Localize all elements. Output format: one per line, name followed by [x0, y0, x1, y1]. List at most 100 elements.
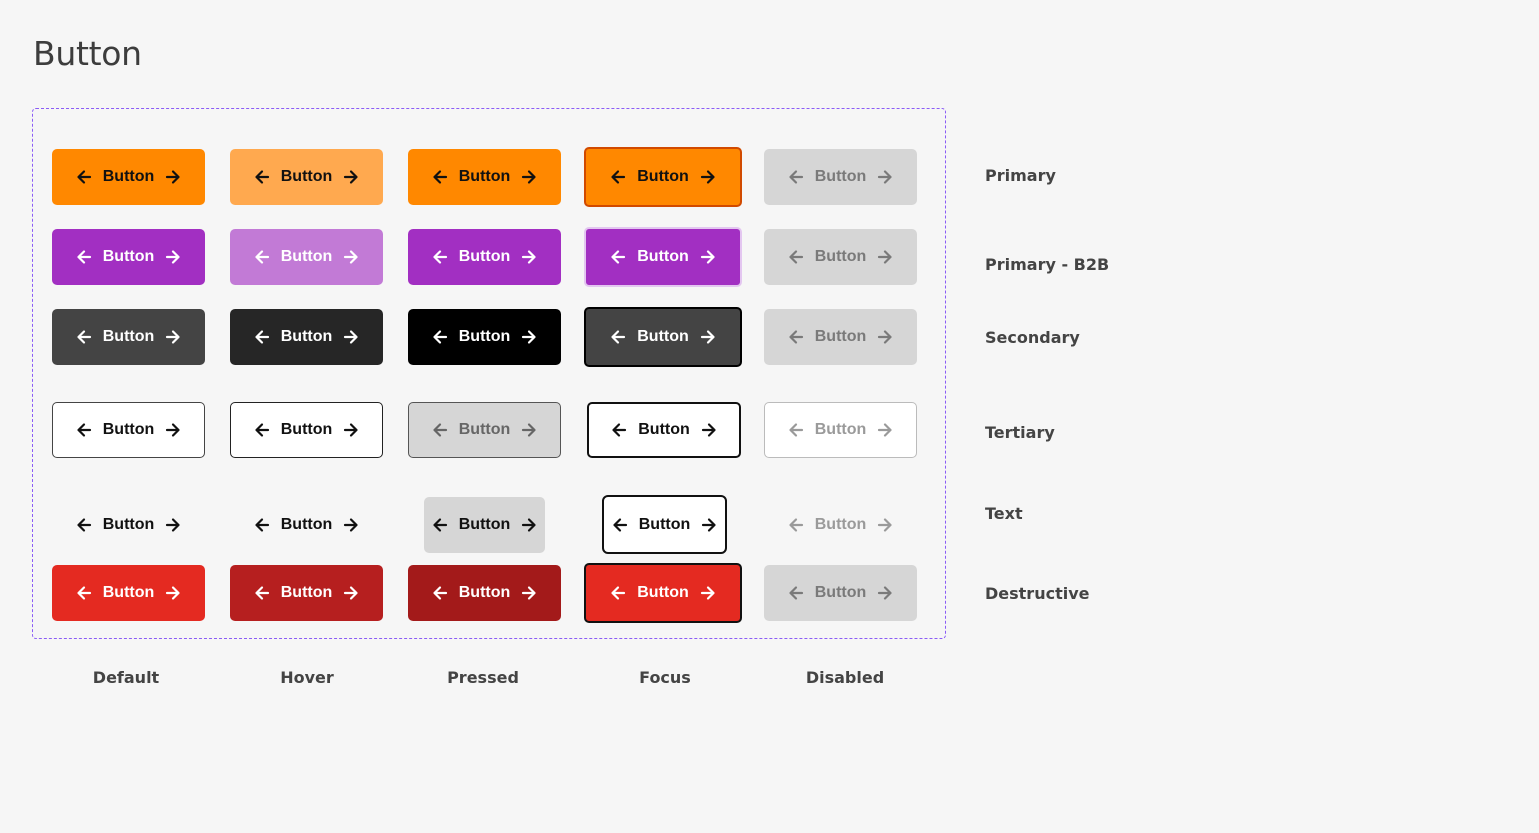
- arrow-left-icon: [788, 585, 804, 601]
- button-label: Button: [102, 421, 155, 438]
- arrow-right-icon: [521, 249, 537, 265]
- arrow-left-icon: [432, 517, 448, 533]
- arrow-right-icon: [877, 517, 893, 533]
- button-label: Button: [458, 328, 511, 345]
- arrow-left-icon: [610, 585, 626, 601]
- button-label: Button: [280, 516, 333, 533]
- arrow-right-icon: [343, 249, 359, 265]
- button-label: Button: [458, 248, 511, 265]
- arrow-right-icon: [343, 585, 359, 601]
- button-label: Button: [458, 421, 511, 438]
- text-hover-button[interactable]: Button: [230, 497, 383, 553]
- column-label-hover: Hover: [280, 668, 334, 687]
- tertiary-focus-button[interactable]: Button: [587, 402, 741, 458]
- button-label: Button: [814, 421, 867, 438]
- arrow-right-icon: [700, 249, 716, 265]
- button-label: Button: [637, 248, 689, 265]
- destructive-hover-button[interactable]: Button: [230, 565, 383, 621]
- arrow-left-icon: [612, 517, 628, 533]
- arrow-right-icon: [521, 169, 537, 185]
- arrow-left-icon: [788, 517, 804, 533]
- primary-disabled-button[interactable]: Button: [764, 149, 917, 205]
- arrow-left-icon: [788, 329, 804, 345]
- arrow-right-icon: [521, 329, 537, 345]
- arrow-left-icon: [254, 517, 270, 533]
- arrow-right-icon: [700, 329, 716, 345]
- arrow-left-icon: [610, 329, 626, 345]
- primary-hover-button[interactable]: Button: [230, 149, 383, 205]
- row-label-text: Text: [985, 504, 1023, 523]
- secondary-default-button[interactable]: Button: [52, 309, 205, 365]
- arrow-left-icon: [610, 249, 626, 265]
- destructive-default-button[interactable]: Button: [52, 565, 205, 621]
- button-label: Button: [637, 168, 689, 185]
- arrow-right-icon: [521, 517, 537, 533]
- text-disabled-button[interactable]: Button: [764, 497, 917, 553]
- arrow-left-icon: [788, 249, 804, 265]
- primary-b2b-hover-button[interactable]: Button: [230, 229, 383, 285]
- arrow-left-icon: [254, 249, 270, 265]
- arrow-left-icon: [76, 517, 92, 533]
- secondary-focus-button[interactable]: Button: [584, 307, 742, 367]
- button-label: Button: [637, 328, 689, 345]
- button-label: Button: [458, 516, 511, 533]
- button-label: Button: [280, 584, 333, 601]
- destructive-pressed-button[interactable]: Button: [408, 565, 561, 621]
- text-default-button[interactable]: Button: [52, 497, 205, 553]
- secondary-pressed-button[interactable]: Button: [408, 309, 561, 365]
- tertiary-hover-button[interactable]: Button: [230, 402, 383, 458]
- row-label-primary-b2b: Primary - B2B: [985, 255, 1110, 274]
- button-label: Button: [102, 328, 155, 345]
- row-label-primary: Primary: [985, 166, 1056, 185]
- arrow-left-icon: [788, 169, 804, 185]
- column-label-default: Default: [92, 668, 160, 687]
- arrow-right-icon: [700, 585, 716, 601]
- arrow-left-icon: [611, 422, 627, 438]
- destructive-focus-button[interactable]: Button: [584, 563, 742, 623]
- text-pressed-button[interactable]: Button: [424, 497, 545, 553]
- button-label: Button: [814, 584, 867, 601]
- destructive-disabled-button[interactable]: Button: [764, 565, 917, 621]
- secondary-disabled-button[interactable]: Button: [764, 309, 917, 365]
- column-label-disabled: Disabled: [805, 668, 885, 687]
- button-label: Button: [102, 168, 155, 185]
- button-label: Button: [458, 584, 511, 601]
- text-focus-button[interactable]: Button: [602, 495, 727, 554]
- primary-b2b-pressed-button[interactable]: Button: [408, 229, 561, 285]
- primary-default-button[interactable]: Button: [52, 149, 205, 205]
- arrow-right-icon: [343, 422, 359, 438]
- button-label: Button: [280, 168, 333, 185]
- arrow-right-icon: [877, 422, 893, 438]
- arrow-right-icon: [165, 585, 181, 601]
- arrow-left-icon: [76, 169, 92, 185]
- page-title: Button: [33, 34, 142, 73]
- button-label: Button: [814, 328, 867, 345]
- arrow-right-icon: [343, 517, 359, 533]
- arrow-right-icon: [165, 422, 181, 438]
- button-label: Button: [814, 248, 867, 265]
- button-label: Button: [102, 584, 155, 601]
- row-label-secondary: Secondary: [985, 328, 1080, 347]
- button-label: Button: [638, 515, 691, 533]
- arrow-right-icon: [165, 517, 181, 533]
- column-label-focus: Focus: [639, 668, 691, 687]
- button-label: Button: [280, 248, 333, 265]
- primary-pressed-button[interactable]: Button: [408, 149, 561, 205]
- primary-b2b-disabled-button[interactable]: Button: [764, 229, 917, 285]
- arrow-left-icon: [76, 249, 92, 265]
- button-label: Button: [638, 421, 690, 438]
- arrow-right-icon: [701, 517, 717, 533]
- primary-focus-button[interactable]: Button: [584, 147, 742, 207]
- tertiary-pressed-button[interactable]: Button: [408, 402, 561, 458]
- arrow-left-icon: [432, 329, 448, 345]
- arrow-right-icon: [521, 585, 537, 601]
- arrow-right-icon: [165, 329, 181, 345]
- tertiary-default-button[interactable]: Button: [52, 402, 205, 458]
- tertiary-disabled-button[interactable]: Button: [764, 402, 917, 458]
- arrow-left-icon: [254, 422, 270, 438]
- arrow-right-icon: [165, 169, 181, 185]
- secondary-hover-button[interactable]: Button: [230, 309, 383, 365]
- primary-b2b-default-button[interactable]: Button: [52, 229, 205, 285]
- primary-b2b-focus-button[interactable]: Button: [584, 227, 742, 287]
- arrow-left-icon: [254, 585, 270, 601]
